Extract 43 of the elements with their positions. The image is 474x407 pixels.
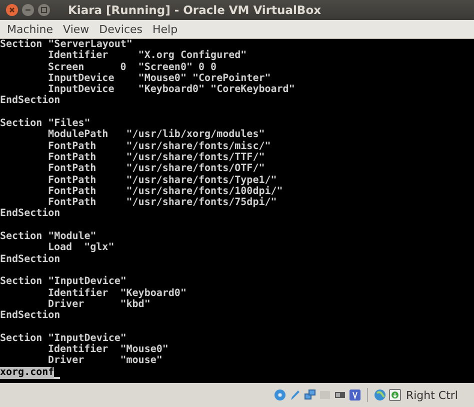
console-line: Identifier "Keyboard0" <box>48 288 186 299</box>
minimize-icon[interactable] <box>22 4 34 16</box>
console-line: Section "InputDevice" <box>0 276 126 288</box>
console-line: FontPath "/usr/share/fonts/75dpi/" <box>48 197 277 208</box>
menu-item[interactable]: Devices <box>95 22 147 36</box>
pen-icon[interactable] <box>288 389 301 401</box>
close-icon[interactable] <box>6 4 18 16</box>
console-line: InputDevice "Mouse0" "CorePointer" <box>48 72 271 84</box>
console-line: EndSection <box>0 95 60 106</box>
console-line: EndSection <box>0 208 60 220</box>
console-line: Driver "kbd" <box>48 298 150 310</box>
console-line: Identifier "X.org Configured" <box>48 50 247 62</box>
console-line: ModulePath "/usr/lib/xorg/modules" <box>48 129 265 140</box>
capture-icon[interactable] <box>348 389 361 401</box>
console-line: EndSection <box>0 254 60 265</box>
file-name: xorg.conf <box>0 366 54 379</box>
menu-item[interactable]: Help <box>148 22 182 36</box>
keyboard-capture-icon[interactable] <box>388 389 401 401</box>
globe-icon[interactable] <box>374 389 386 401</box>
console-line: Section "Files" <box>0 118 90 130</box>
host-key-label: Right Ctrl <box>406 388 458 402</box>
menu-item[interactable]: View <box>59 22 94 36</box>
console-line: FontPath "/usr/share/fonts/Type1/" <box>48 174 277 186</box>
maximize-icon[interactable] <box>38 4 50 16</box>
console-line: Load "glx" <box>48 242 114 254</box>
display-icon[interactable] <box>334 389 346 401</box>
console-line: Section "ServerLayout" <box>0 39 132 50</box>
console-line: FontPath "/usr/share/fonts/100dpi/" <box>48 186 283 197</box>
network-icon[interactable] <box>304 389 316 401</box>
disc-icon[interactable] <box>274 389 286 401</box>
console-line: Section "InputDevice" <box>0 332 126 344</box>
console-line: FontPath "/usr/share/fonts/TTF/" <box>48 152 265 163</box>
console-line: Driver "mouse" <box>48 355 162 366</box>
text-cursor <box>54 376 60 379</box>
window-title: Kiara [Running] - Oracle VM VirtualBox <box>68 3 322 17</box>
console-line: FontPath "/usr/share/fonts/OTF/" <box>48 163 265 174</box>
console-line: InputDevice "Keyboard0" "CoreKeyboard" <box>48 84 295 96</box>
console-line: Screen 0 "Screen0" 0 0 <box>48 62 217 73</box>
console-line: Identifier "Mouse0" <box>48 344 168 356</box>
menu-item[interactable]: Machine <box>3 22 58 36</box>
console-line: FontPath "/usr/share/fonts/misc/" <box>48 140 271 152</box>
console-line: EndSection <box>0 310 60 322</box>
console-line: Section "Module" <box>0 231 96 242</box>
